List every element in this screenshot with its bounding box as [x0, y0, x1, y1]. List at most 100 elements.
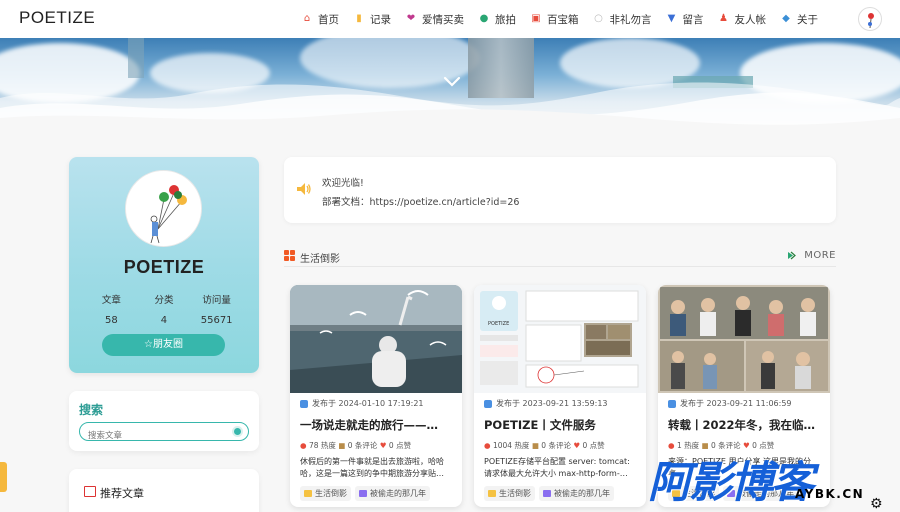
- speech-bubble-icon: ○: [594, 13, 603, 24]
- tag-category[interactable]: 生活倒影: [300, 486, 351, 501]
- like-icon: ♥: [573, 441, 581, 450]
- nav-item-3[interactable]: ● 旅拍: [478, 12, 516, 27]
- fire-icon: ●: [484, 441, 491, 450]
- section-header: 生活倒影 MORE: [284, 248, 836, 267]
- article-title[interactable]: 一场说走就走的旅行——…: [300, 417, 455, 433]
- profile-avatar: [125, 170, 202, 247]
- article-title[interactable]: 转载丨2022年冬，我在临…: [668, 417, 823, 433]
- tag-label-link[interactable]: 被偷走的那几年: [355, 486, 430, 501]
- comment-count: 0 条评论: [541, 441, 571, 450]
- gear-icon[interactable]: ⚙: [870, 496, 883, 512]
- like-icon: ♥: [379, 441, 387, 450]
- watermark-logo-text: 阿影博客: [648, 458, 814, 508]
- nav-item-6[interactable]: ▼ 留言: [666, 12, 704, 27]
- search-input[interactable]: [88, 428, 228, 444]
- label-icon: [359, 490, 367, 497]
- nav-item-7[interactable]: ♟ 友人帐: [718, 12, 767, 27]
- more-link[interactable]: MORE: [804, 250, 836, 261]
- article-date-text: 发布于 2024-01-10 17:19:21: [312, 399, 424, 408]
- comment-count: 0 条评论: [347, 441, 378, 450]
- tag-label: 生活倒影: [499, 489, 531, 498]
- tag-label-link[interactable]: 被偷走的那几年: [539, 486, 614, 501]
- article-date: 发布于 2024-01-10 17:19:21: [300, 398, 424, 409]
- nav-item-1[interactable]: ▮ 记录: [353, 12, 391, 27]
- stat-value: 4: [160, 315, 168, 326]
- friends-icon: ♟: [719, 13, 728, 24]
- welcome-text: 欢迎光临!: [322, 178, 364, 189]
- nav-item-5[interactable]: ○ 非礼勿言: [593, 12, 651, 27]
- stat-visits: 访问量 55671: [192, 292, 242, 326]
- folder-icon: [488, 490, 496, 497]
- heart-icon: ❤: [406, 13, 416, 24]
- scroll-down-icon[interactable]: [443, 76, 461, 88]
- article-meta: ● 1004 热度 ■ 0 条评论 ♥ 0 点赞: [484, 440, 644, 451]
- article-title[interactable]: POETIZE丨文件服务: [484, 417, 639, 433]
- site-logo[interactable]: POETIZE: [19, 8, 95, 28]
- article-excerpt: POETIZE存储平台配置 server: tomcat: 请求体最大允许大小 …: [484, 457, 630, 478]
- message-icon: ▼: [667, 13, 676, 24]
- nav-label: 爱情买卖: [422, 13, 464, 26]
- friend-circle-button[interactable]: ☆朋友圈: [102, 334, 225, 356]
- article-card[interactable]: POETIZE 发布于 2023-09-21 13:59:13 POETIZE丨…: [474, 285, 646, 507]
- main-nav: ⌂ 首页 ▮ 记录 ❤ 爱情买卖 ● 旅拍 ▣ 百宝箱 ○ 非礼勿言 ▼ 留言 ♟ 友人帐 ◆ 关于: [301, 0, 832, 38]
- tag-category[interactable]: 生活倒影: [484, 486, 535, 501]
- tag-label: 被偷走的那几年: [370, 489, 426, 498]
- stat-value: 58: [104, 315, 118, 326]
- nav-label: 记录: [370, 13, 391, 26]
- article-card[interactable]: 发布于 2024-01-10 17:19:21 一场说走就走的旅行——… ● 7…: [290, 285, 462, 507]
- recommend-card: 推荐文章: [69, 469, 259, 512]
- article-excerpt: 休假后的第一件事就是出去旅游啦，哈哈哈，这是一篇这到的争中期旅游分享贴…: [300, 457, 444, 478]
- nav-item-0[interactable]: ⌂ 首页: [301, 12, 339, 27]
- watermark-domain: AYBK.CN: [795, 487, 865, 501]
- calendar-icon: [668, 399, 676, 408]
- nav-item-2[interactable]: ❤ 爱情买卖: [405, 12, 464, 27]
- docs-link[interactable]: 部署文档：https://poetize.cn/article?id=26: [322, 194, 519, 208]
- nav-item-4[interactable]: ▣ 百宝箱: [530, 12, 579, 27]
- article-cover-image[interactable]: [658, 285, 830, 393]
- nav-item-8[interactable]: ◆ 关于: [780, 12, 818, 27]
- article-meta: ● 78 热度 ■ 0 条评论 ♥ 0 点赞: [300, 440, 460, 451]
- article-cover-image[interactable]: [290, 285, 462, 393]
- search-icon[interactable]: [232, 426, 243, 437]
- article-date: 发布于 2023-09-21 11:06:59: [668, 398, 792, 409]
- hero-banner: [0, 38, 900, 130]
- more-arrow-icon: [788, 251, 796, 260]
- globe-icon: ●: [479, 13, 489, 24]
- article-date: 发布于 2023-09-21 13:59:13: [484, 398, 608, 409]
- like-count: 0 点赞: [582, 441, 605, 450]
- calendar-icon: [300, 399, 308, 408]
- nav-label: 首页: [318, 13, 339, 26]
- side-tab[interactable]: [0, 462, 7, 492]
- stat-value: 55671: [200, 315, 233, 326]
- stat-categories: 分类 4: [139, 292, 189, 326]
- section-title: 生活倒影: [300, 254, 340, 265]
- folder-icon: [304, 490, 312, 497]
- stat-label: 分类: [154, 295, 174, 306]
- like-count: 0 点赞: [388, 441, 412, 450]
- user-avatar[interactable]: [858, 7, 882, 31]
- nav-label: 留言: [682, 13, 704, 26]
- search-card: 搜索: [69, 391, 259, 451]
- article-tags: 生活倒影 被偷走的那几年: [300, 486, 460, 501]
- tag-label: 生活倒影: [315, 489, 347, 498]
- book-icon: [84, 486, 96, 497]
- nav-label: 百宝箱: [547, 13, 579, 26]
- stat-label: 文章: [101, 295, 121, 306]
- tag-label: 被偷走的那几年: [554, 489, 610, 498]
- profile-stats: 文章 58 分类 4 访问量 55671: [69, 292, 259, 326]
- watermark: 阿影博客 AYBK.CN: [645, 448, 885, 508]
- nav-label: 旅拍: [495, 13, 516, 26]
- stat-articles: 文章 58: [86, 292, 136, 326]
- article-date-text: 发布于 2023-09-21 13:59:13: [496, 399, 608, 408]
- article-cover-image[interactable]: POETIZE: [474, 285, 646, 393]
- search-box[interactable]: [79, 422, 249, 444]
- fire-icon: ●: [300, 441, 307, 450]
- notebook-icon: ▮: [356, 13, 362, 24]
- calendar-icon: [484, 399, 492, 408]
- home-icon: ⌂: [303, 13, 311, 24]
- toolbox-icon: ▣: [531, 13, 541, 24]
- profile-card: POETIZE 文章 58 分类 4 访问量 55671 ☆朋友圈: [69, 157, 259, 373]
- nav-label: 友人帐: [734, 13, 767, 26]
- stat-label: 访问量: [202, 295, 231, 306]
- grid-icon: [284, 250, 295, 261]
